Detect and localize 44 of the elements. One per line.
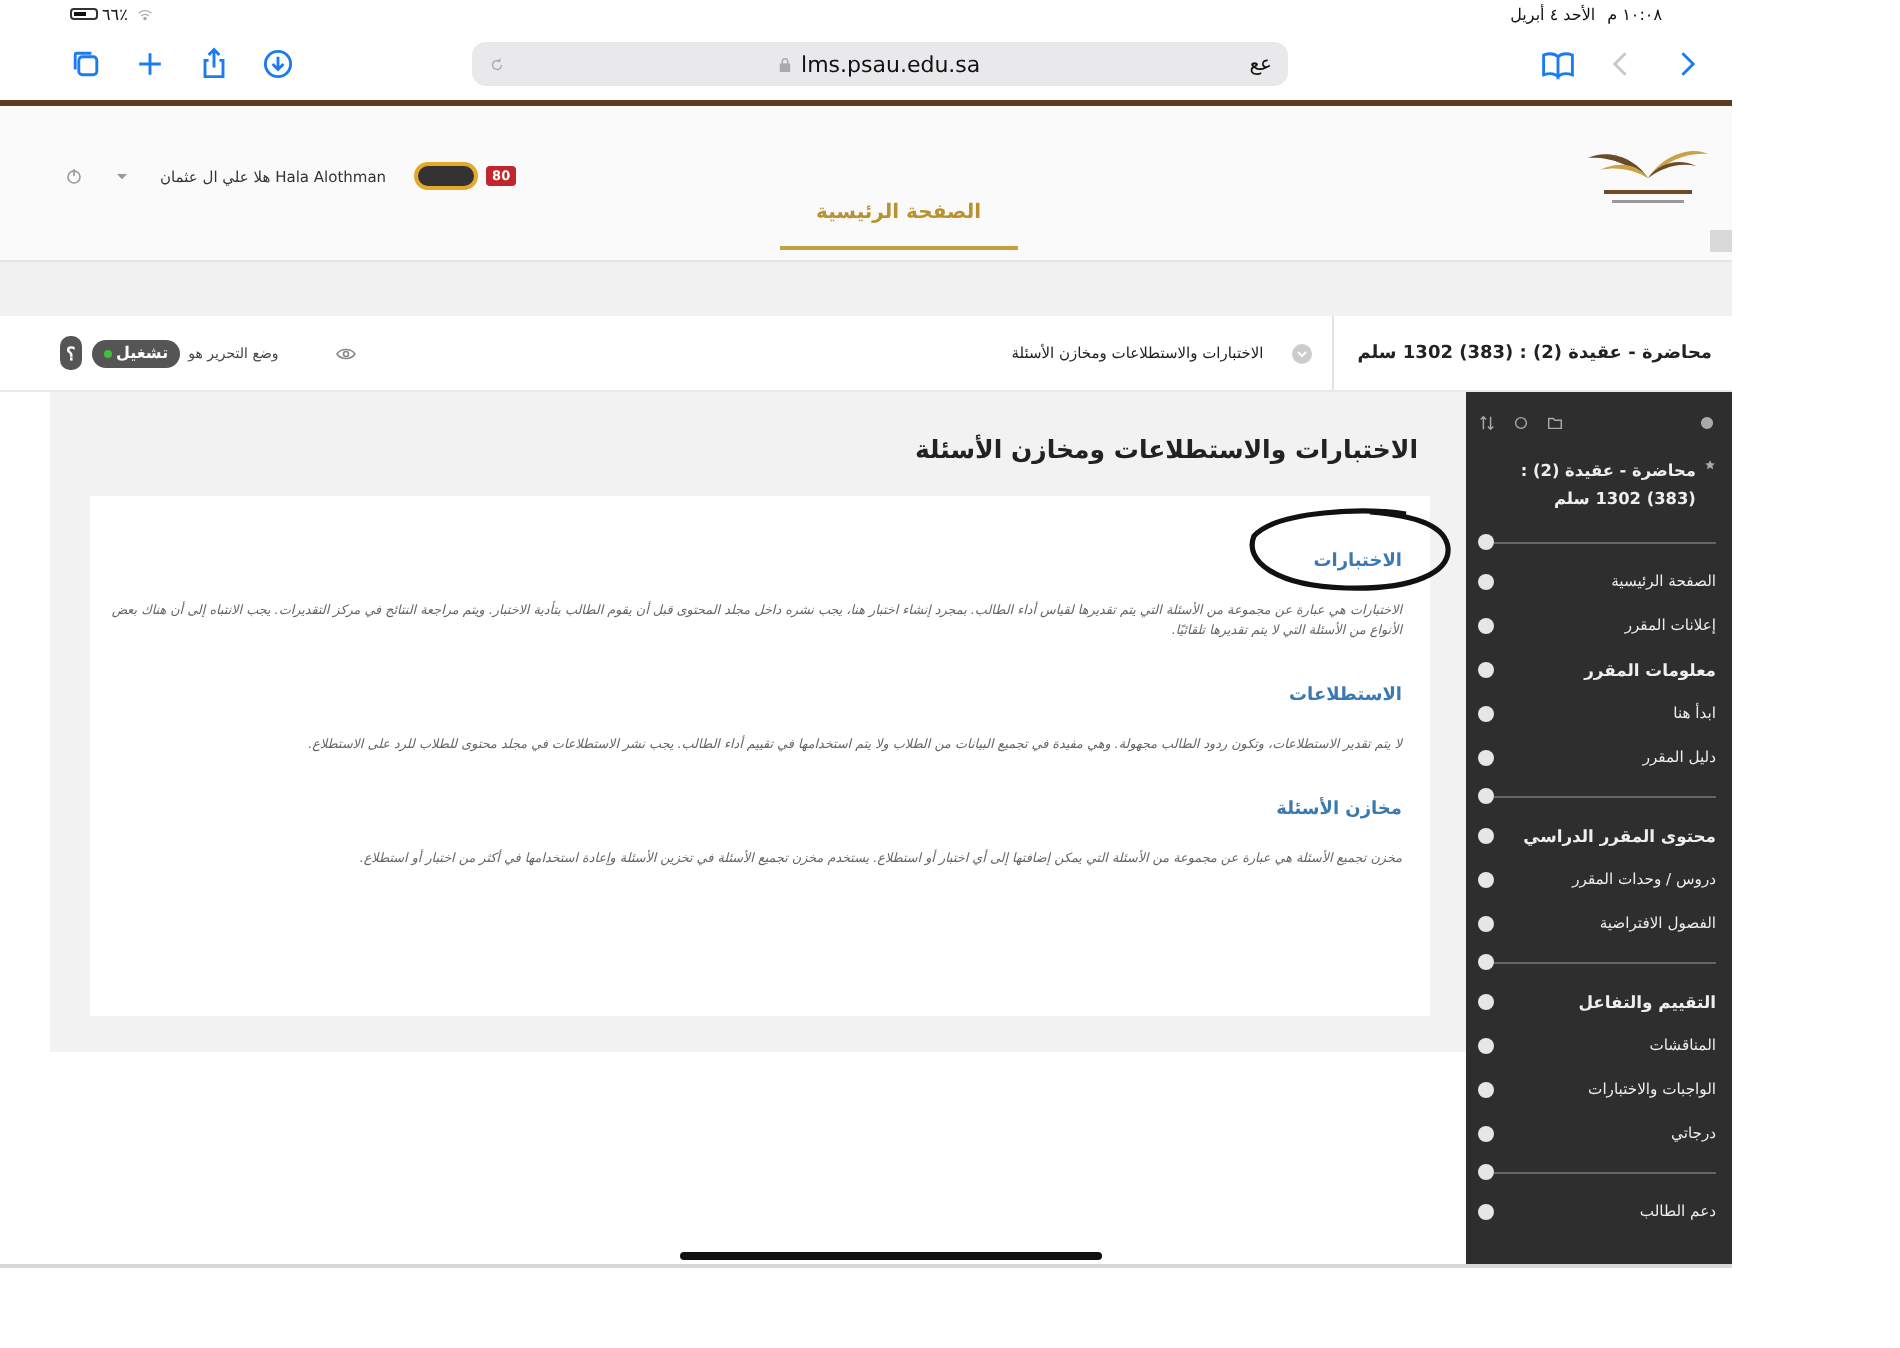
bullet-icon xyxy=(1478,1037,1494,1054)
sidebar-header[interactable]: التقييم والتفاعل xyxy=(1578,991,1716,1012)
bullet-icon xyxy=(1478,827,1494,844)
battery-percent: ٦٦٪ xyxy=(102,5,128,23)
sidebar-header[interactable]: محتوى المقرر الدراسي xyxy=(1523,825,1716,846)
bullet-icon xyxy=(1478,534,1494,551)
status-date: الأحد ٤ أبريل xyxy=(1510,5,1596,23)
text-size-button[interactable]: عع xyxy=(1249,53,1272,75)
bullet-icon xyxy=(1478,915,1494,932)
wifi-icon xyxy=(135,5,154,23)
folder-icon[interactable] xyxy=(1546,413,1564,431)
sidebar-course-title[interactable]: محاضرة - عقيدة (2) : (383) 1302 سلم xyxy=(1478,456,1696,514)
bullet-icon xyxy=(1478,661,1494,678)
avatar xyxy=(414,162,479,190)
edit-mode-toggle[interactable]: تشغيل xyxy=(92,339,181,367)
tabs-icon[interactable] xyxy=(68,46,104,82)
bullet-icon xyxy=(1478,1125,1494,1142)
bullet-icon xyxy=(1478,954,1494,971)
section-heading[interactable]: الاستطلاعات xyxy=(1289,685,1402,706)
bullet-icon xyxy=(1478,1081,1494,1098)
bullet-icon xyxy=(1478,705,1494,722)
section-heading[interactable]: الاختبارات xyxy=(1313,552,1402,572)
bullet-icon xyxy=(1478,788,1494,805)
sort-icon[interactable] xyxy=(1478,413,1496,431)
lock-icon xyxy=(775,55,794,73)
bullet-icon xyxy=(1478,573,1494,590)
status-time: ١٠:٠٨ م xyxy=(1607,5,1662,23)
section-heading[interactable]: مخازن الأسئلة xyxy=(1276,799,1402,820)
bullet-icon xyxy=(1478,749,1494,766)
bullet-icon xyxy=(1478,1164,1494,1181)
breadcrumb-course[interactable]: محاضرة - عقيدة (2) : (383) 1302 سلم xyxy=(1357,343,1712,363)
download-icon[interactable] xyxy=(260,46,296,82)
url-text: lms.psau.edu.sa xyxy=(801,51,981,77)
bullet-icon xyxy=(1478,993,1494,1010)
bullet-icon xyxy=(1478,617,1494,634)
bullet-icon xyxy=(1478,871,1494,888)
bullet-icon xyxy=(1478,1203,1494,1220)
help-button[interactable]: ؟ xyxy=(60,336,82,370)
star-icon[interactable] xyxy=(1703,456,1716,474)
book-icon[interactable] xyxy=(1540,46,1576,82)
battery-icon xyxy=(70,8,98,20)
power-icon[interactable] xyxy=(64,166,84,186)
sidebar-header[interactable]: معلومات المقرر xyxy=(1584,659,1716,680)
page-title: الاختبارات والاستطلاعات ومخازن الأسئلة xyxy=(912,434,1418,464)
